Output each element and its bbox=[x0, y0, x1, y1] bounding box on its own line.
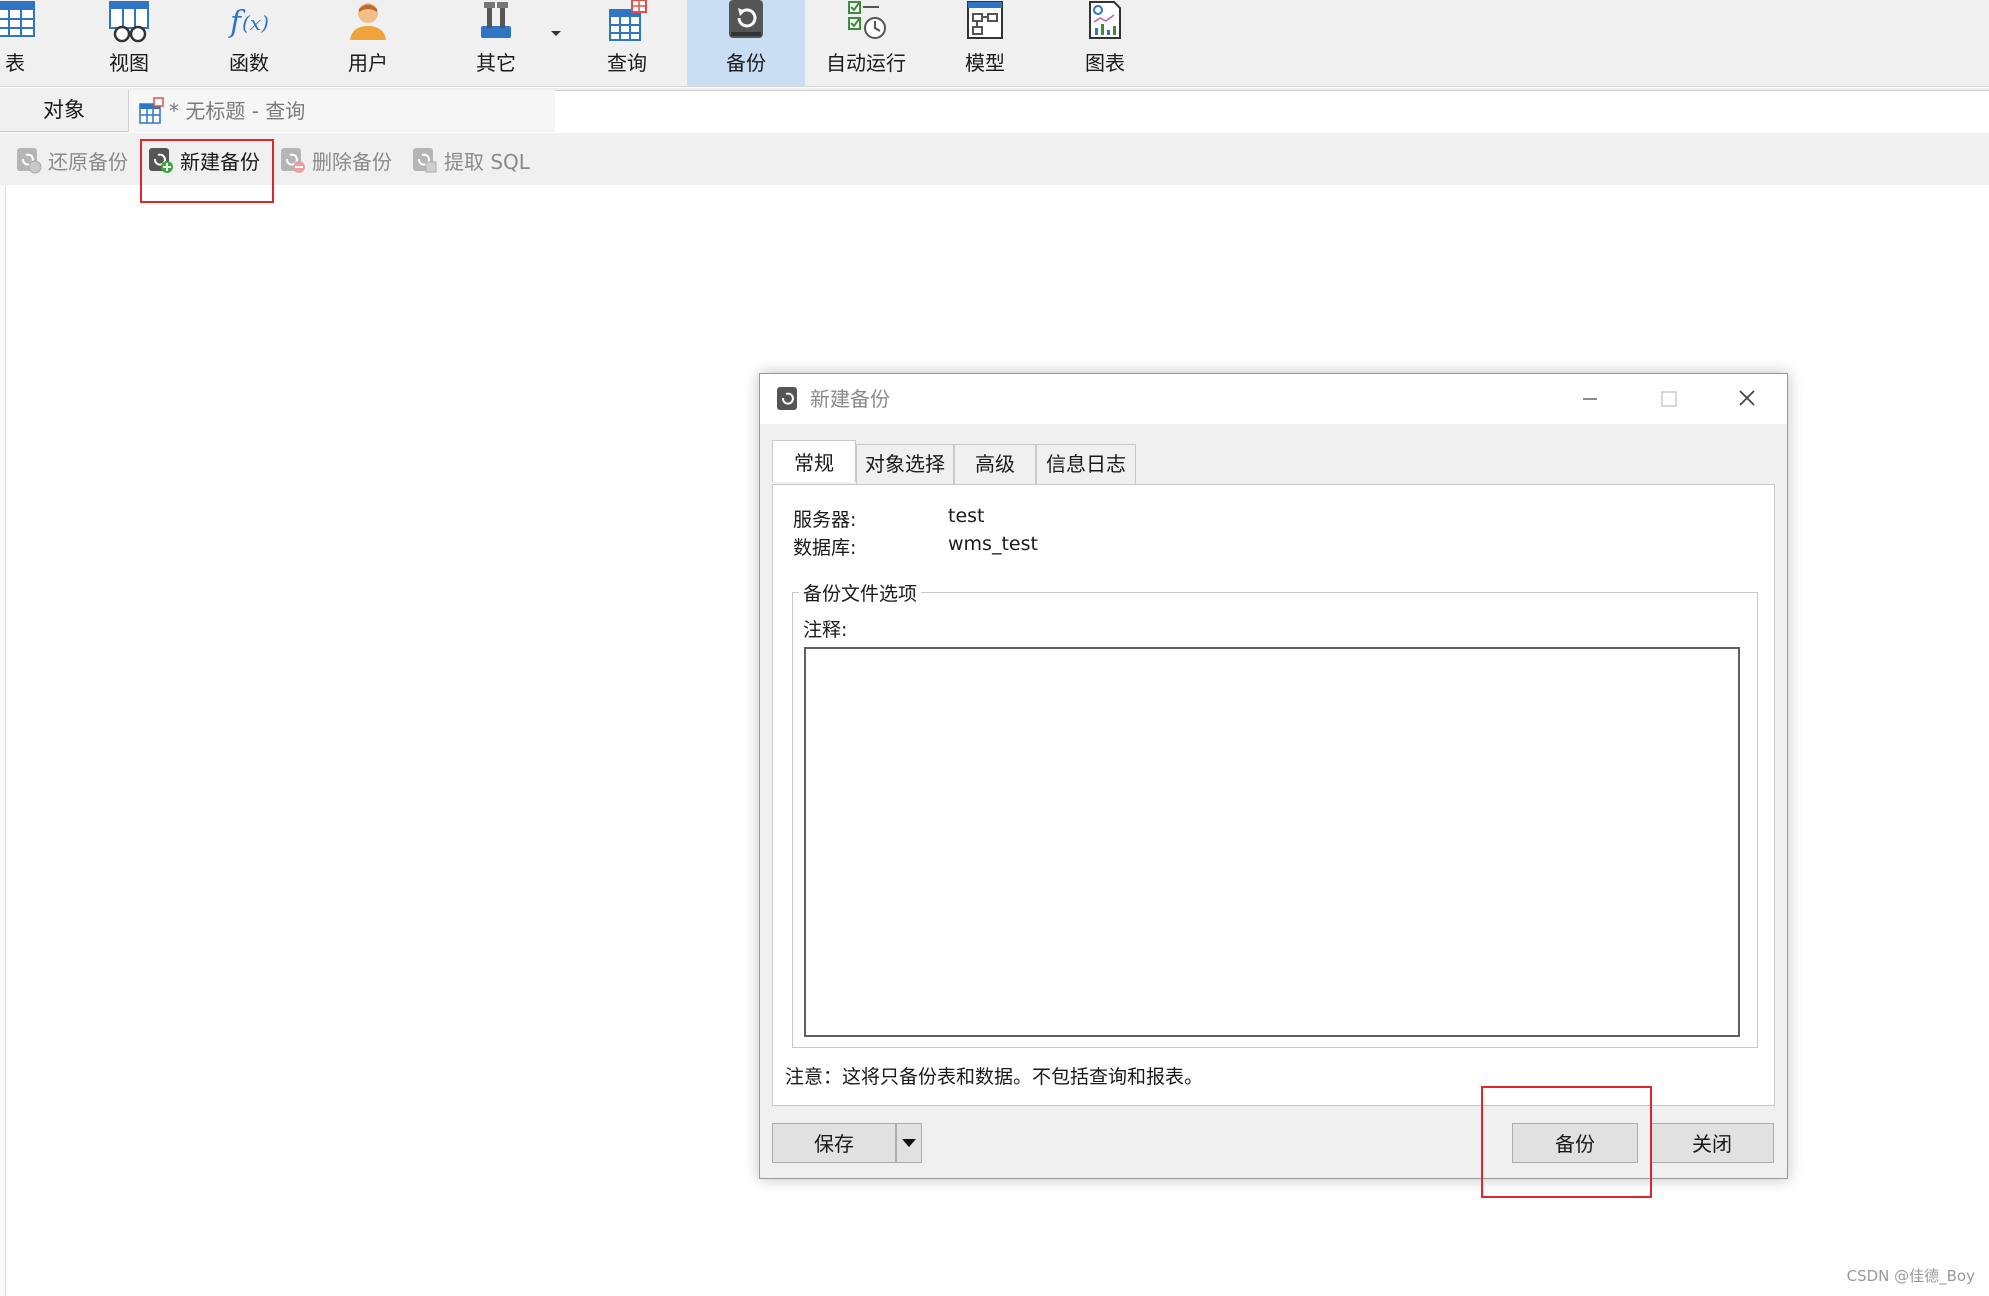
ribbon-item-backup[interactable]: 备份 bbox=[687, 0, 805, 86]
ribbon-toolbar: 表 视图 f (x) 函数 用户 其它 查询 备份 自动运行 模型 图表 bbox=[0, 0, 1989, 87]
table-icon bbox=[0, 0, 38, 44]
tab-general[interactable]: 常规 bbox=[772, 440, 856, 482]
ribbon-item-query[interactable]: 查询 bbox=[568, 0, 686, 86]
ribbon-label: 查询 bbox=[607, 51, 647, 75]
ribbon-label: 模型 bbox=[965, 51, 1005, 75]
ribbon-item-model[interactable]: 模型 bbox=[926, 0, 1044, 86]
database-label: 数据库: bbox=[793, 537, 857, 559]
tab-untitled-query[interactable]: * 无标题 - 查询 bbox=[128, 90, 555, 132]
new-backup-button[interactable]: 新建备份 bbox=[146, 145, 260, 175]
dialog-titlebar[interactable]: 新建备份 bbox=[760, 374, 1787, 424]
server-label: 服务器: bbox=[793, 509, 857, 531]
backup-file-options-group: 备份文件选项 注释: bbox=[792, 579, 1758, 1048]
new-backup-icon bbox=[146, 146, 174, 174]
extract-sql-icon bbox=[410, 146, 438, 174]
tab-objects[interactable]: 对象 bbox=[0, 88, 128, 132]
backup-icon bbox=[774, 386, 800, 412]
delete-backup-icon bbox=[278, 146, 306, 174]
function-icon: f (x) bbox=[226, 0, 272, 44]
maximize-button[interactable] bbox=[1654, 386, 1684, 412]
query-icon bbox=[604, 0, 650, 44]
ribbon-item-function[interactable]: f (x) 函数 bbox=[190, 0, 308, 86]
chart-icon bbox=[1082, 0, 1128, 44]
restore-backup-button[interactable]: 还原备份 bbox=[14, 145, 128, 175]
database-value: wms_test bbox=[948, 533, 1038, 555]
comment-label: 注释: bbox=[803, 619, 848, 641]
backup-icon bbox=[723, 0, 769, 44]
ribbon-label: 其它 bbox=[476, 51, 516, 75]
ribbon-item-chart[interactable]: 图表 bbox=[1046, 0, 1164, 86]
new-backup-label: 新建备份 bbox=[180, 149, 260, 174]
save-dropdown-button[interactable] bbox=[896, 1123, 922, 1163]
editor-tab-bar: 对象 * 无标题 - 查询 bbox=[0, 88, 1989, 132]
backup-toolbar: 还原备份 新建备份 删除备份 提取 SQL bbox=[0, 133, 1989, 185]
chevron-down-icon bbox=[902, 1139, 916, 1147]
close-button[interactable]: 关闭 bbox=[1650, 1123, 1774, 1163]
extract-sql-button[interactable]: 提取 SQL bbox=[410, 145, 530, 175]
tab-message-log[interactable]: 信息日志 bbox=[1036, 444, 1136, 484]
user-icon bbox=[345, 0, 391, 44]
ribbon-label: 用户 bbox=[348, 51, 388, 75]
ribbon-item-user[interactable]: 用户 bbox=[309, 0, 427, 86]
ribbon-label: 备份 bbox=[726, 51, 766, 75]
delete-backup-button[interactable]: 删除备份 bbox=[278, 145, 392, 175]
ribbon-label: 视图 bbox=[109, 51, 149, 75]
comment-textarea[interactable] bbox=[804, 647, 1740, 1037]
model-icon bbox=[962, 0, 1008, 44]
delete-backup-label: 删除备份 bbox=[312, 149, 392, 174]
server-value: test bbox=[948, 505, 985, 527]
tools-icon bbox=[473, 0, 519, 44]
automation-icon bbox=[843, 0, 889, 44]
query-tab-icon bbox=[137, 97, 165, 125]
watermark: CSDN @佳德_Boy bbox=[1846, 1267, 1975, 1285]
save-button[interactable]: 保存 bbox=[772, 1123, 896, 1163]
tab-query-label: * 无标题 - 查询 bbox=[169, 99, 306, 123]
general-tab-panel: 服务器: test 数据库: wms_test 备份文件选项 注释: 注意：这将… bbox=[772, 484, 1775, 1106]
backup-note: 注意：这将只备份表和数据。不包括查询和报表。 bbox=[785, 1066, 1204, 1088]
ribbon-item-other[interactable]: 其它 bbox=[437, 0, 555, 86]
minimize-button[interactable] bbox=[1575, 386, 1605, 412]
chevron-down-icon[interactable] bbox=[547, 24, 565, 42]
tab-advanced[interactable]: 高级 bbox=[954, 444, 1036, 484]
ribbon-item-automation[interactable]: 自动运行 bbox=[807, 0, 925, 86]
ribbon-label: 图表 bbox=[1085, 51, 1125, 75]
tab-object-selection[interactable]: 对象选择 bbox=[856, 444, 954, 484]
dialog-title: 新建备份 bbox=[810, 387, 890, 411]
ribbon-item-view[interactable]: 视图 bbox=[70, 0, 188, 86]
backup-button[interactable]: 备份 bbox=[1512, 1123, 1638, 1163]
object-pane-edge bbox=[0, 185, 6, 1296]
group-title: 备份文件选项 bbox=[799, 579, 922, 606]
view-icon bbox=[106, 0, 152, 44]
ribbon-label: 自动运行 bbox=[826, 51, 906, 75]
extract-sql-label: 提取 SQL bbox=[444, 149, 530, 174]
tab-strip-empty bbox=[555, 90, 1989, 132]
ribbon-label: 函数 bbox=[229, 51, 269, 75]
ribbon-item-table[interactable]: 表 bbox=[0, 0, 74, 86]
ribbon-label: 表 bbox=[5, 51, 25, 75]
restore-icon bbox=[14, 146, 42, 174]
new-backup-dialog: 新建备份 常规 对象选择 高级 信息日志 服务器: test 数据库: wms_… bbox=[759, 373, 1788, 1179]
svg-text:(x): (x) bbox=[242, 11, 269, 35]
close-icon[interactable] bbox=[1732, 386, 1762, 412]
restore-backup-label: 还原备份 bbox=[48, 149, 128, 174]
